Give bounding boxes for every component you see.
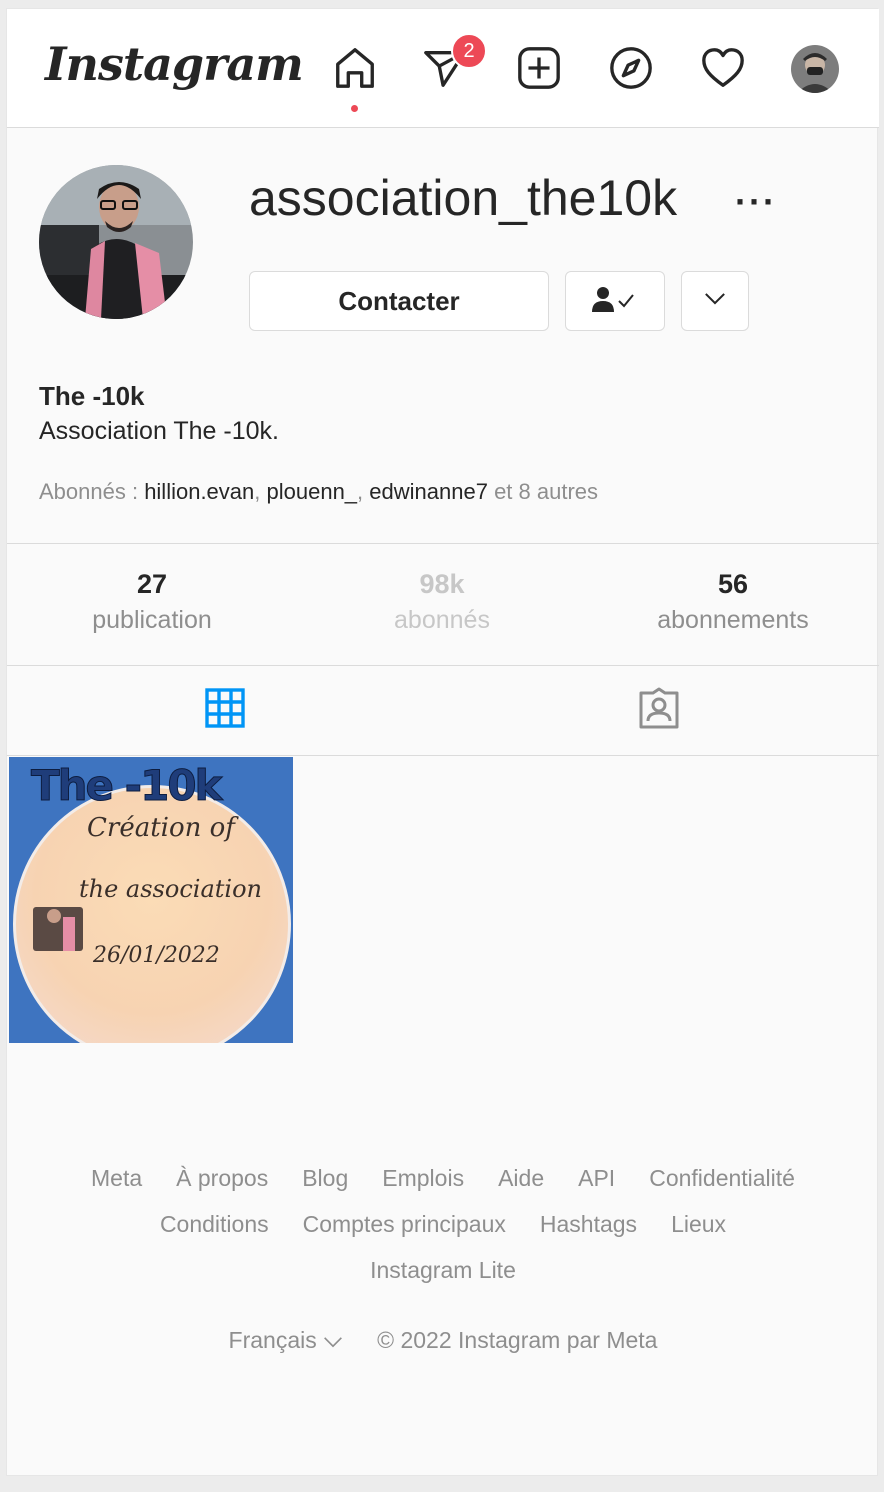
follower-link-3[interactable]: edwinanne7	[369, 479, 488, 504]
post-thumbnail[interactable]: The -10k Création of the association 26/…	[9, 757, 293, 1043]
profile-avatar-small[interactable]	[791, 45, 839, 93]
copyright-text: © 2022 Instagram par Meta	[377, 1327, 658, 1353]
contact-button[interactable]: Contacter	[249, 271, 549, 331]
footer-link-top-accounts[interactable]: Comptes principaux	[303, 1211, 506, 1238]
follower-link-1[interactable]: hillion.evan	[144, 479, 254, 504]
footer-link-about[interactable]: À propos	[176, 1165, 268, 1192]
user-check-icon	[591, 285, 639, 318]
following-button[interactable]	[565, 271, 665, 331]
active-indicator-dot	[351, 105, 358, 112]
post-image-line1: Création of	[87, 813, 235, 843]
footer-link-api[interactable]: API	[578, 1165, 615, 1192]
activity-heart-icon[interactable]	[699, 44, 747, 92]
stat-followers[interactable]: 98k abonnés	[297, 569, 587, 635]
footer-link-hashtags[interactable]: Hashtags	[540, 1211, 637, 1238]
footer-bottom-row: Français © 2022 Instagram par Meta	[7, 1327, 879, 1354]
stats-top-divider	[7, 543, 879, 544]
post-image-line2: the association	[79, 875, 262, 903]
stat-posts[interactable]: 27 publication	[7, 569, 297, 635]
tagged-user-icon	[637, 687, 681, 734]
grid-top-divider	[7, 755, 879, 756]
footer-link-privacy[interactable]: Confidentialité	[649, 1165, 795, 1192]
grid-icon	[205, 687, 245, 733]
messages-count-badge: 2	[451, 33, 487, 69]
suggestions-dropdown-button[interactable]	[681, 271, 749, 331]
footer-link-locations[interactable]: Lieux	[671, 1211, 726, 1238]
new-post-icon[interactable]	[515, 44, 563, 92]
post-image-photo	[33, 907, 83, 951]
footer-link-jobs[interactable]: Emplois	[382, 1165, 464, 1192]
more-options-button[interactable]: ···	[735, 181, 777, 223]
footer-link-terms[interactable]: Conditions	[160, 1211, 269, 1238]
footer-links-row-1: Meta À propos Blog Emplois Aide API Conf…	[7, 1165, 879, 1192]
footer-link-help[interactable]: Aide	[498, 1165, 544, 1192]
language-label: Français	[228, 1327, 317, 1353]
tab-tagged[interactable]	[629, 685, 689, 735]
footer-link-blog[interactable]: Blog	[302, 1165, 348, 1192]
followed-by-line[interactable]: Abonnés : hillion.evan, plouenn_, edwina…	[39, 479, 598, 505]
profile-bio: Association The -10k.	[39, 417, 279, 445]
tab-posts-grid[interactable]	[195, 685, 255, 735]
post-image-title: The -10k	[30, 761, 222, 811]
stat-following-value: 56	[717, 569, 749, 599]
follower-link-2[interactable]: plouenn_	[267, 479, 358, 504]
footer-link-meta[interactable]: Meta	[91, 1165, 142, 1192]
tabs-top-divider	[7, 665, 879, 666]
footer-link-instagram-lite[interactable]: Instagram Lite	[370, 1257, 516, 1284]
footer-links-row-2: Conditions Comptes principaux Hashtags L…	[7, 1211, 879, 1238]
chevron-down-icon	[704, 292, 726, 310]
stat-posts-label: publication	[92, 606, 212, 634]
post-image-date: 26/01/2022	[93, 943, 220, 968]
app-frame: Instagram 2 association_the10k ··· Conta…	[6, 8, 879, 1476]
stat-following-label: abonnements	[657, 606, 809, 634]
stat-followers-value: 98k	[419, 569, 465, 599]
footer-links-row-3: Instagram Lite	[7, 1257, 879, 1284]
profile-full-name: The -10k	[39, 381, 145, 411]
chevron-down-icon	[323, 1327, 343, 1353]
profile-avatar[interactable]	[39, 165, 193, 319]
profile-username: association_the10k	[249, 170, 678, 226]
stat-followers-label: abonnés	[394, 606, 490, 634]
instagram-logo[interactable]: Instagram	[45, 37, 304, 91]
followed-by-suffix: et 8 autres	[487, 479, 599, 504]
explore-compass-icon[interactable]	[607, 44, 655, 92]
home-icon[interactable]	[331, 44, 379, 92]
followed-by-prefix: Abonnés :	[39, 479, 145, 504]
stat-following[interactable]: 56 abonnements	[588, 569, 878, 635]
language-selector[interactable]: Français	[229, 1327, 344, 1354]
top-nav-bar: Instagram 2	[7, 9, 879, 128]
stat-posts-value: 27	[136, 569, 168, 599]
